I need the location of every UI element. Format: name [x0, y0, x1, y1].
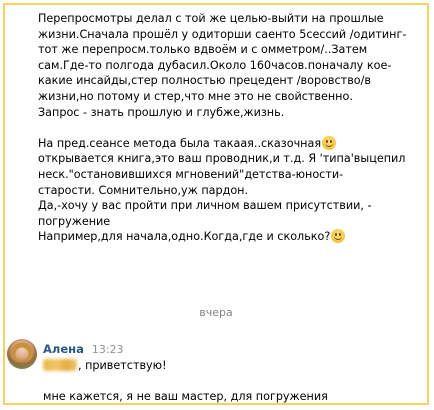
sender-name-link[interactable]: Алена [43, 342, 84, 356]
date-separator: вчера [199, 306, 233, 319]
message-line: Да,-хочу у вас пройти при личном вашем п… [38, 199, 372, 213]
greeting-text: , приветствую! [78, 359, 167, 372]
message-line: погружение [38, 214, 111, 228]
smiling-face-emoji-icon [322, 135, 337, 150]
redacted-name [43, 359, 77, 371]
message-line: неск."остановившихся мгновений"детства-ю… [38, 167, 344, 181]
smiling-face-emoji-icon [331, 229, 346, 244]
message-header: Алена 13:23 [43, 342, 124, 357]
message-line: открывается книга,это ваш проводник,и т.… [38, 152, 406, 166]
avatar-photo [11, 342, 33, 362]
message-line: жизни,но потому и стер,что мне это не св… [38, 89, 353, 103]
message-line: старости. Сомнительно,уж пардон. [38, 183, 249, 197]
message-time[interactable]: 13:23 [92, 343, 124, 356]
message-line: какие инсайды,стер полностью прецедент /… [38, 74, 371, 88]
message-line: Перепросмотры делал с той же целью-выйти… [38, 12, 384, 25]
user-avatar-icon[interactable] [7, 339, 37, 369]
message-line: сам.Где-то полгода дубасил.Около 160часо… [38, 58, 392, 72]
message-line-text: На пред.сеансе метода была такаая..сказо… [38, 136, 322, 150]
message-line: тот же перепросм.только вдвоём и с оммет… [38, 43, 368, 57]
chat-window: Перепросмотры делал с той же целью-выйти… [3, 3, 429, 405]
message-line: жизни.Сначала прошёл у одиторши саенто 5… [38, 27, 407, 41]
message-line-text: Например,для начала,одно.Когда,где и ско… [38, 230, 331, 244]
message-text-block: Перепросмотры делал с той же целью-выйти… [38, 11, 423, 245]
greeting-line: , приветствую! [43, 358, 167, 373]
message-line-with-emoji: Например,для начала,одно.Когда,где и ско… [38, 229, 423, 245]
message-line: Запрос - знать прошлую и глубже,жизнь. [38, 105, 285, 119]
reply-message-text: мне кажется, я не ваш мастер, для погруж… [43, 390, 328, 403]
message-line-with-emoji: На пред.сеансе метода была такаая..сказо… [38, 135, 423, 152]
